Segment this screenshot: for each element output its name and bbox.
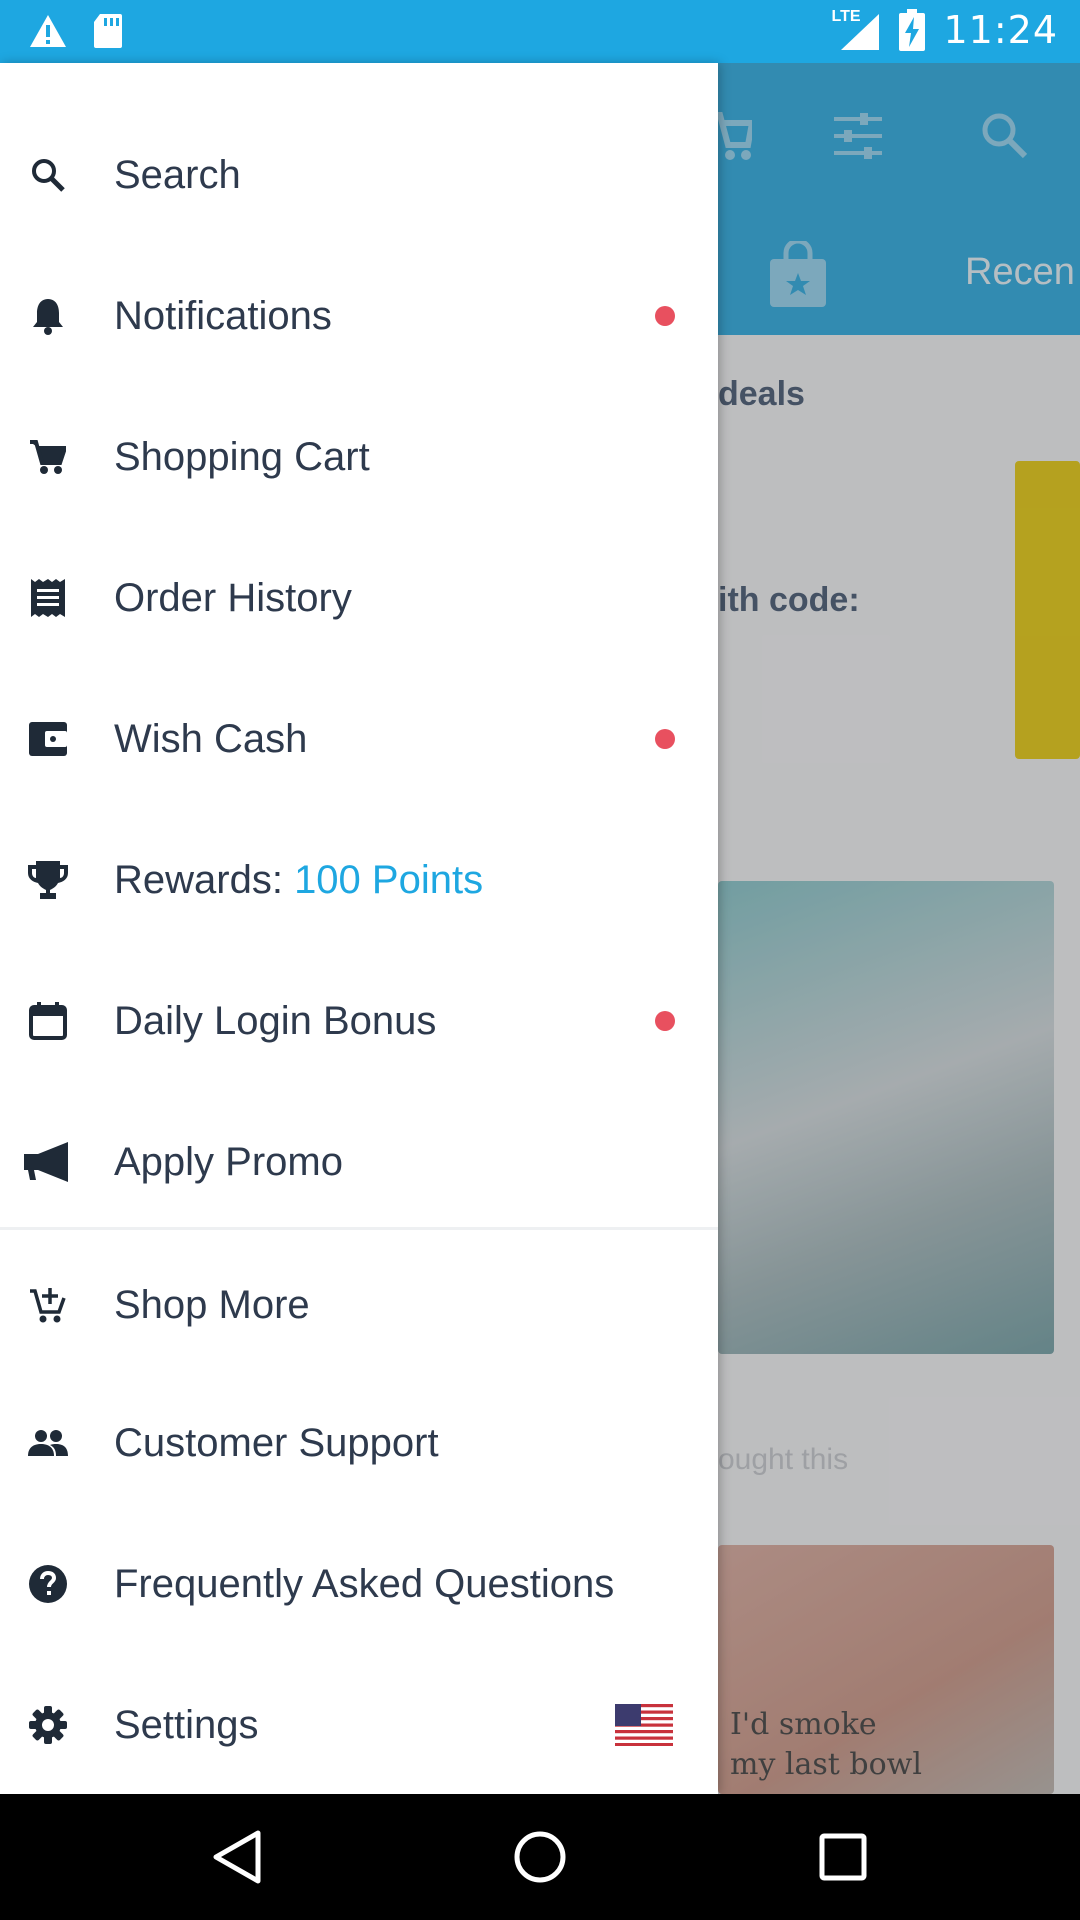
menu-label: Shop More bbox=[114, 1282, 310, 1327]
help-icon bbox=[28, 1564, 68, 1604]
clock: 11:24 bbox=[943, 8, 1058, 52]
menu-item-order-history[interactable]: Order History bbox=[0, 538, 718, 658]
menu-item-shopping-cart[interactable]: Shopping Cart bbox=[0, 397, 718, 517]
home-icon bbox=[514, 1831, 566, 1883]
menu-label: Wish Cash bbox=[114, 716, 308, 761]
menu-label: Daily Login Bonus bbox=[114, 998, 437, 1043]
menu-item-daily-login-bonus[interactable]: Daily Login Bonus bbox=[0, 961, 718, 1081]
menu-item-faq[interactable]: Frequently Asked Questions bbox=[0, 1524, 718, 1644]
trophy-icon bbox=[28, 860, 68, 900]
status-bar: LTE 11:24 bbox=[0, 0, 1080, 63]
menu-item-settings[interactable]: Settings bbox=[0, 1665, 718, 1785]
menu-item-search[interactable]: Search bbox=[0, 115, 718, 235]
menu-label: Search bbox=[114, 152, 241, 197]
people-icon bbox=[28, 1423, 68, 1463]
menu-label: Rewards: 100 Points bbox=[114, 858, 483, 903]
drawer-divider bbox=[0, 1227, 718, 1230]
sd-card-icon bbox=[94, 14, 122, 48]
menu-label: Settings bbox=[114, 1702, 259, 1747]
menu-label: Customer Support bbox=[114, 1420, 439, 1465]
signal-icon: LTE bbox=[831, 8, 881, 52]
back-button[interactable] bbox=[202, 1822, 272, 1892]
menu-label: Order History bbox=[114, 575, 352, 620]
search-icon bbox=[28, 155, 68, 195]
rewards-label: Rewards: bbox=[114, 857, 295, 902]
us-flag-icon[interactable] bbox=[615, 1704, 673, 1746]
bell-icon bbox=[28, 296, 68, 336]
cart-icon bbox=[28, 437, 68, 477]
back-icon bbox=[213, 1830, 261, 1884]
menu-item-apply-promo[interactable]: Apply Promo bbox=[0, 1102, 718, 1222]
menu-label: Notifications bbox=[114, 293, 332, 338]
menu-item-rewards[interactable]: Rewards: 100 Points bbox=[0, 820, 718, 940]
menu-item-customer-support[interactable]: Customer Support bbox=[0, 1383, 718, 1503]
recents-icon bbox=[819, 1833, 867, 1881]
menu-label: Apply Promo bbox=[114, 1139, 343, 1184]
receipt-icon bbox=[28, 578, 68, 618]
recents-button[interactable] bbox=[808, 1822, 878, 1892]
notification-dot bbox=[655, 729, 675, 749]
menu-label: Frequently Asked Questions bbox=[114, 1561, 615, 1606]
notification-dot bbox=[655, 306, 675, 326]
wallet-icon bbox=[28, 719, 68, 759]
menu-label: Shopping Cart bbox=[114, 434, 370, 479]
navigation-drawer: Search Notifications Shopping Cart Order… bbox=[0, 63, 718, 1794]
menu-item-notifications[interactable]: Notifications bbox=[0, 256, 718, 376]
system-nav-bar bbox=[0, 1794, 1080, 1920]
battery-charging-icon bbox=[899, 9, 926, 51]
megaphone-icon bbox=[24, 1142, 72, 1182]
warning-icon bbox=[30, 15, 66, 47]
home-button[interactable] bbox=[505, 1822, 575, 1892]
gear-icon bbox=[28, 1705, 68, 1745]
menu-item-shop-more[interactable]: Shop More bbox=[0, 1245, 718, 1365]
add-cart-icon bbox=[28, 1285, 68, 1325]
rewards-points: 100 Points bbox=[294, 857, 484, 902]
menu-item-wish-cash[interactable]: Wish Cash bbox=[0, 679, 718, 799]
calendar-icon bbox=[28, 1001, 68, 1041]
notification-dot bbox=[655, 1011, 675, 1031]
